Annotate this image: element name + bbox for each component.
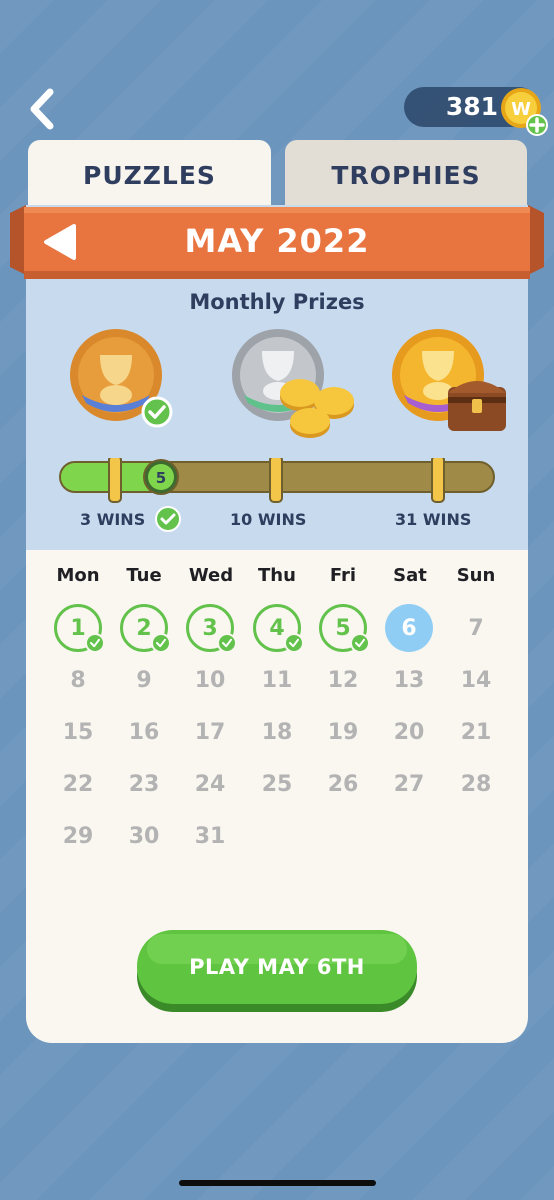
calendar-day[interactable]: 20 — [385, 708, 433, 756]
weekday-fri: Fri — [329, 565, 357, 586]
calendar-day-number: 10 — [194, 667, 226, 693]
tier-label-3-wins: 3 WINS — [80, 510, 146, 529]
calendar-day[interactable]: 29 — [54, 812, 102, 860]
calendar-day[interactable]: 23 — [120, 760, 168, 808]
calendar-day-number: 28 — [460, 771, 492, 797]
calendar-day[interactable]: 7 — [452, 604, 500, 652]
calendar-day[interactable]: 1 — [54, 604, 105, 653]
calendar-day-number: 22 — [62, 771, 94, 797]
calendar-day[interactable]: 25 — [253, 760, 301, 808]
weekday-wed: Wed — [188, 565, 234, 586]
tier-label-31-wins: 31 WINS — [395, 510, 472, 529]
calendar-day[interactable]: 17 — [186, 708, 234, 756]
calendar-day[interactable]: 8 — [54, 656, 102, 704]
calendar-day[interactable]: 6 — [385, 604, 433, 652]
calendar-day-number: 24 — [194, 771, 226, 797]
weekday-mon: Mon — [56, 565, 100, 586]
calendar-day-number: 3 — [202, 615, 218, 641]
weekday-sat: Sat — [393, 565, 427, 586]
calendar-day[interactable]: 3 — [186, 604, 237, 653]
day-complete-check-icon — [284, 633, 304, 653]
calendar-day-number: 13 — [393, 667, 425, 693]
tab-puzzles[interactable]: PUZZLES — [28, 140, 271, 210]
calendar-day-number: 9 — [136, 667, 152, 693]
prize-progress-bar: 5 — [59, 458, 495, 503]
calendar-day[interactable]: 2 — [120, 604, 171, 653]
calendar-day[interactable]: 10 — [186, 656, 234, 704]
coin-balance: 381 — [445, 92, 498, 121]
calendar-day-number: 5 — [335, 615, 351, 641]
calendar-day[interactable]: 9 — [120, 656, 168, 704]
coin-symbol: W — [511, 99, 531, 120]
calendar-day[interactable]: 14 — [452, 656, 500, 704]
day-complete-check-icon — [350, 633, 370, 653]
calendar-day[interactable]: 22 — [54, 760, 102, 808]
home-indicator — [179, 1180, 376, 1186]
day-complete-check-icon — [85, 633, 105, 653]
monthly-prizes-heading: Monthly Prizes — [189, 290, 365, 314]
calendar-day-number: 19 — [327, 719, 359, 745]
calendar-day-number: 29 — [62, 823, 94, 849]
calendar-day[interactable]: 26 — [319, 760, 367, 808]
calendar-day-number: 2 — [136, 615, 152, 641]
bronze-trophy-medal-icon — [70, 329, 173, 428]
calendar-day[interactable]: 18 — [253, 708, 301, 756]
calendar-day[interactable]: 16 — [120, 708, 168, 756]
calendar-day[interactable]: 27 — [385, 760, 433, 808]
calendar-day-number: 26 — [327, 771, 359, 797]
silver-trophy-coins-medal-icon — [232, 329, 354, 438]
weekday-tue: Tue — [126, 565, 162, 586]
back-chevron-icon[interactable] — [22, 86, 62, 132]
calendar-day-number: 30 — [128, 823, 160, 849]
previous-month-arrow-icon[interactable] — [40, 222, 84, 262]
calendar-day-number: 16 — [128, 719, 160, 745]
calendar-day-number: 15 — [62, 719, 94, 745]
calendar-day-number: 18 — [261, 719, 293, 745]
calendar-day-number: 20 — [393, 719, 425, 745]
calendar-day[interactable]: 5 — [319, 604, 370, 653]
calendar-day[interactable]: 19 — [319, 708, 367, 756]
weekday-sun: Sun — [456, 565, 496, 586]
calendar-day-number: 7 — [468, 615, 484, 641]
calendar-day[interactable]: 21 — [452, 708, 500, 756]
coin-plus-icon[interactable]: W — [498, 85, 550, 137]
calendar-day-number: 4 — [269, 615, 285, 641]
calendar-day[interactable]: 28 — [452, 760, 500, 808]
calendar-day[interactable]: 31 — [186, 812, 234, 860]
day-complete-check-icon — [151, 633, 171, 653]
calendar-day[interactable]: 30 — [120, 812, 168, 860]
calendar-day-number: 27 — [393, 771, 425, 797]
tier-label-10-wins: 10 WINS — [230, 510, 307, 529]
calendar-day-number: 25 — [261, 771, 293, 797]
calendar-day-number: 6 — [401, 615, 417, 641]
calendar-day[interactable]: 12 — [319, 656, 367, 704]
tab-trophies[interactable]: TROPHIES — [285, 140, 527, 210]
weekday-thu: Thu — [258, 565, 296, 586]
month-title: MAY 2022 — [184, 222, 370, 260]
tier-complete-check-icon — [155, 506, 181, 532]
gold-trophy-chest-medal-icon — [392, 329, 506, 431]
calendar-day[interactable]: 4 — [253, 604, 304, 653]
calendar-day[interactable]: 24 — [186, 760, 234, 808]
progress-win-count: 5 — [156, 469, 166, 487]
calendar-day[interactable]: 13 — [385, 656, 433, 704]
play-button-label[interactable]: PLAY MAY 6TH — [137, 955, 417, 979]
calendar-day-number: 12 — [327, 667, 359, 693]
calendar-day-number: 31 — [194, 823, 226, 849]
calendar-day-number: 1 — [70, 615, 86, 641]
calendar-day-number: 14 — [460, 667, 492, 693]
calendar-day-number: 11 — [261, 667, 293, 693]
calendar-day[interactable]: 15 — [54, 708, 102, 756]
calendar-day-number: 17 — [194, 719, 226, 745]
day-complete-check-icon — [217, 633, 237, 653]
calendar-day[interactable]: 11 — [253, 656, 301, 704]
calendar-day-number: 8 — [70, 667, 86, 693]
calendar-day-number: 23 — [128, 771, 160, 797]
calendar-day-number: 21 — [460, 719, 492, 745]
